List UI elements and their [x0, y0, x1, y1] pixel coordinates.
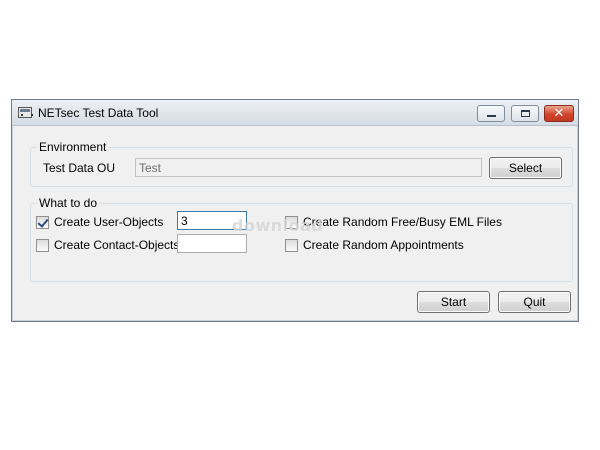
- test-data-ou-label: Test Data OU: [43, 161, 116, 175]
- test-data-ou-field[interactable]: [135, 158, 482, 177]
- window-title: NETsec Test Data Tool: [38, 106, 159, 120]
- app-window: NETsec Test Data Tool ✕ Environment Test…: [11, 99, 579, 322]
- environment-group-label: Environment: [37, 140, 109, 154]
- create-user-objects-label[interactable]: Create User-Objects: [54, 215, 163, 229]
- create-contact-objects-checkbox[interactable]: [36, 239, 49, 252]
- watermark-logo: download: [232, 216, 324, 235]
- create-free-busy-label[interactable]: Create Random Free/Busy EML Files: [303, 215, 502, 229]
- close-button[interactable]: ✕: [544, 105, 574, 122]
- minimize-button[interactable]: [477, 105, 505, 122]
- close-icon: ✕: [553, 106, 565, 121]
- title-bar[interactable]: NETsec Test Data Tool ✕: [12, 100, 578, 126]
- create-contact-objects-label[interactable]: Create Contact-Objects: [54, 238, 179, 252]
- contact-objects-count-input[interactable]: [177, 234, 247, 253]
- create-user-objects-checkbox[interactable]: [36, 216, 49, 229]
- create-appointments-checkbox[interactable]: [285, 239, 298, 252]
- select-button[interactable]: Select: [489, 157, 562, 179]
- what-to-do-group-label: What to do: [37, 196, 100, 210]
- maximize-icon: [521, 110, 530, 117]
- check-icon: [37, 216, 49, 228]
- maximize-button[interactable]: [511, 105, 539, 122]
- quit-button[interactable]: Quit: [498, 291, 571, 313]
- minimize-icon: [487, 115, 496, 117]
- create-appointments-label[interactable]: Create Random Appointments: [303, 238, 464, 252]
- app-icon: [18, 107, 33, 118]
- start-button[interactable]: Start: [417, 291, 490, 313]
